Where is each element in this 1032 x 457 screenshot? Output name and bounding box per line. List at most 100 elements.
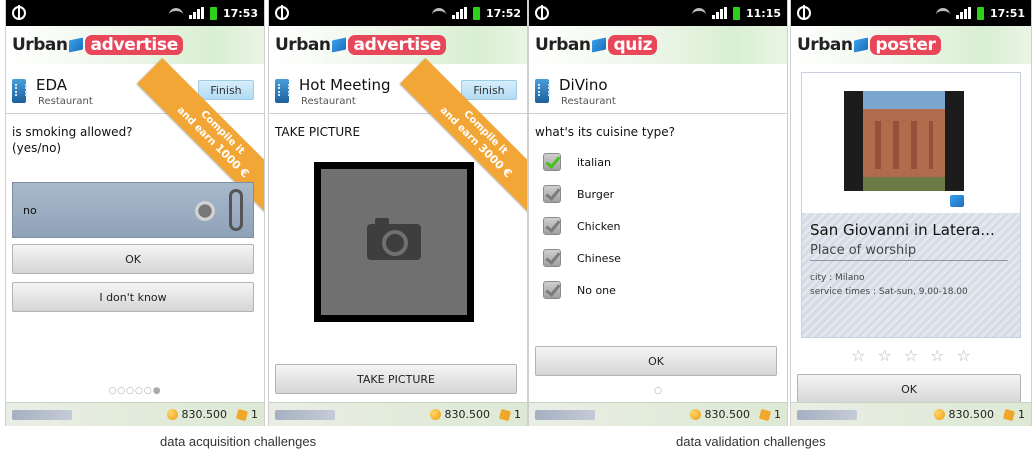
logo-tag: quiz	[608, 35, 658, 55]
signal-icon	[955, 7, 971, 19]
logo-brand: Urban	[797, 35, 853, 55]
app-header: Urban advertise	[6, 26, 264, 64]
venue-header: EDA Restaurant Finish	[6, 70, 264, 112]
usb-icon	[275, 5, 289, 20]
building-icon	[275, 79, 290, 103]
usb-icon	[535, 5, 549, 20]
coin-icon	[429, 409, 441, 420]
venue-name: Hot Meeting	[299, 75, 391, 94]
question-text: TAKE PICTURE	[275, 125, 361, 139]
option-label: Burger	[577, 187, 615, 201]
app-header: Urban poster	[791, 26, 1031, 64]
status-bar: 11:15	[529, 0, 787, 26]
cube-count: 1	[514, 408, 521, 421]
divider	[269, 113, 527, 114]
poster-card[interactable]: San Giovanni in Latera... Place of worsh…	[801, 72, 1021, 338]
checkbox-icon[interactable]	[543, 281, 561, 299]
wifi-icon	[431, 8, 446, 18]
answer-value: no	[23, 203, 37, 217]
status-bar: 17:52	[269, 0, 527, 26]
footer-bar: 830.500 1	[791, 402, 1031, 426]
app-header: Urban quiz	[529, 26, 787, 64]
star-icon[interactable]: ☆	[930, 346, 944, 365]
star-icon[interactable]: ☆	[877, 346, 891, 365]
camera-icon	[367, 218, 421, 260]
score-value: 830.500	[444, 408, 491, 421]
dont-know-button[interactable]: I don't know	[12, 282, 254, 312]
screen-advertise-hot-meeting: 17:52 Urban advertise Hot Meeting Restau…	[268, 0, 528, 426]
user-name-chip	[535, 409, 595, 420]
score-value: 830.500	[948, 408, 995, 421]
cube-icon	[950, 195, 964, 207]
signal-icon	[711, 7, 727, 19]
option-item[interactable]: italian	[543, 146, 777, 178]
status-time: 17:52	[485, 6, 521, 20]
option-item[interactable]: No one	[543, 274, 777, 306]
score-value: 830.500	[704, 408, 751, 421]
caption-acquisition: data acquisition challenges	[160, 434, 317, 449]
option-label: italian	[577, 155, 611, 169]
signal-icon	[451, 7, 467, 19]
logo-tag: advertise	[348, 35, 446, 55]
cube-icon	[69, 37, 84, 53]
checkbox-checked-icon[interactable]	[543, 153, 561, 171]
divider	[529, 113, 787, 114]
star-icon[interactable]: ☆	[904, 346, 918, 365]
footer-bar: 830.500 1	[269, 402, 527, 426]
star-icon[interactable]: ☆	[957, 346, 971, 365]
battery-icon	[732, 6, 740, 20]
battery-icon	[209, 6, 217, 20]
footer-bar: 830.500 1	[6, 402, 264, 426]
poster-service-times: service times : Sat-sun, 9.00-18.00	[810, 287, 968, 297]
cube-icon	[592, 37, 607, 53]
poster-title: San Giovanni in Latera...	[810, 221, 995, 239]
logo-tag: poster	[870, 35, 941, 55]
user-name-chip	[797, 409, 857, 420]
ok-button[interactable]: OK	[12, 244, 254, 274]
question-text: is smoking allowed? (yes/no)	[12, 125, 133, 155]
finish-button[interactable]: Finish	[461, 80, 517, 100]
option-item[interactable]: Burger	[543, 178, 777, 210]
venue-photo	[844, 91, 964, 191]
score-value: 830.500	[181, 408, 228, 421]
signal-icon	[188, 7, 204, 19]
option-item[interactable]: Chicken	[543, 210, 777, 242]
status-bar: 17:51	[791, 0, 1031, 26]
cube-count: 1	[251, 408, 258, 421]
wifi-icon	[691, 8, 706, 18]
paperclip-icon	[229, 189, 243, 231]
option-item[interactable]: Chinese	[543, 242, 777, 274]
screen-quiz-divino: 11:15 Urban quiz DiVino Restaurant what'…	[528, 0, 788, 426]
wifi-icon	[935, 8, 950, 18]
screen-poster: 17:51 Urban poster San Giovanni in Later…	[790, 0, 1032, 426]
photo-placeholder[interactable]	[314, 162, 474, 322]
option-list: italian Burger Chicken Chinese No one	[543, 146, 777, 306]
venue-type: Restaurant	[561, 95, 616, 107]
venue-name: DiVino	[559, 75, 608, 94]
checkbox-icon[interactable]	[543, 249, 561, 267]
ok-button[interactable]: OK	[797, 374, 1021, 404]
wifi-icon	[168, 8, 183, 18]
church-image	[863, 91, 945, 191]
checkbox-icon[interactable]	[543, 217, 561, 235]
take-picture-button[interactable]: TAKE PICTURE	[275, 364, 517, 394]
rating-stars[interactable]: ☆ ☆ ☆ ☆ ☆	[791, 346, 1031, 365]
app-header: Urban advertise	[269, 26, 527, 64]
logo-brand: Urban	[275, 35, 331, 55]
page-indicator: ○	[654, 386, 662, 396]
poster-details: city : Milano service times : Sat-sun, 9…	[810, 271, 1016, 299]
ok-button[interactable]: OK	[535, 346, 777, 376]
coin-icon	[166, 409, 178, 420]
logo-brand: Urban	[12, 35, 68, 55]
option-label: Chinese	[577, 251, 621, 265]
status-bar: 17:53	[6, 0, 264, 26]
answer-input[interactable]: no	[12, 182, 254, 238]
question-text: what's its cuisine type?	[535, 125, 676, 139]
checkbox-icon[interactable]	[543, 185, 561, 203]
radio-icon[interactable]	[195, 201, 215, 221]
user-name-chip	[12, 409, 72, 420]
star-icon[interactable]: ☆	[851, 346, 865, 365]
venue-header: Hot Meeting Restaurant Finish	[269, 70, 527, 112]
finish-button[interactable]: Finish	[198, 80, 254, 100]
cube-icon	[854, 37, 869, 53]
